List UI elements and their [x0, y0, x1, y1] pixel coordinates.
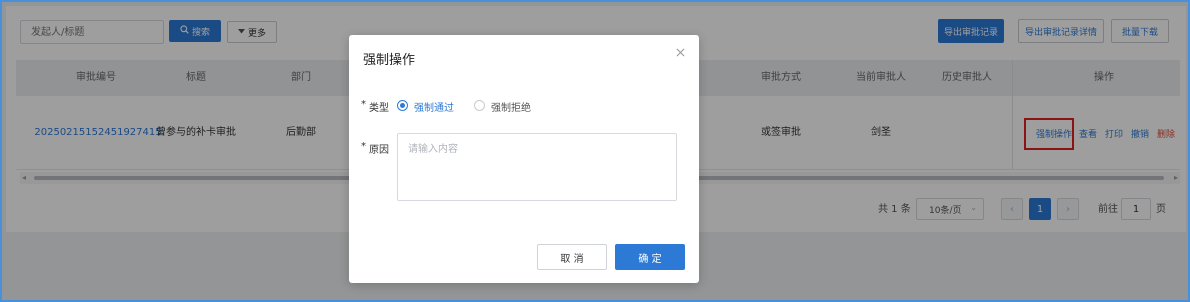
- radio-force-approve[interactable]: [397, 100, 408, 111]
- radio-force-approve-label[interactable]: 强制通过: [414, 99, 454, 114]
- radio-force-reject-label[interactable]: 强制拒绝: [491, 99, 531, 114]
- cancel-button[interactable]: 取 消: [537, 244, 607, 270]
- type-label: 类型: [369, 103, 389, 114]
- force-operate-dialog: 强制操作 * 类型 强制通过 强制拒绝 * 原因 取 消 确 定: [349, 35, 699, 283]
- dialog-title: 强制操作: [363, 53, 416, 68]
- reason-label: 原因: [369, 145, 389, 156]
- close-icon[interactable]: [673, 47, 687, 61]
- reason-required-mark: *: [361, 141, 366, 152]
- type-required-mark: *: [361, 99, 366, 110]
- radio-force-reject[interactable]: [474, 100, 485, 111]
- confirm-button[interactable]: 确 定: [615, 244, 685, 270]
- reason-textarea[interactable]: [397, 133, 677, 201]
